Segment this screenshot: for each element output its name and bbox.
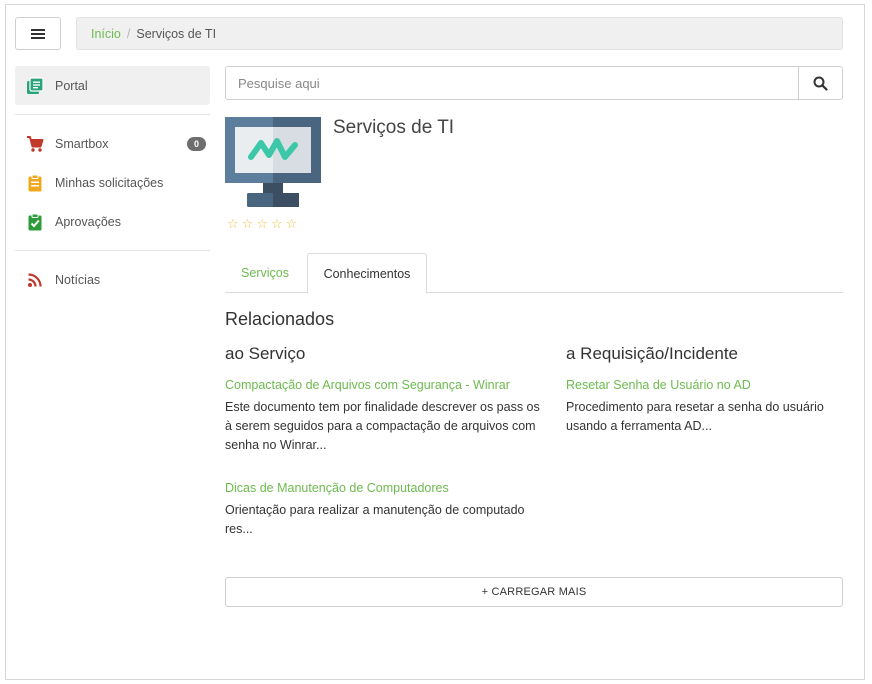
sidebar-item-label: Minhas solicitações — [55, 175, 164, 190]
related-title: Relacionados — [225, 309, 335, 329]
article-link[interactable]: Resetar Senha de Usuário no AD — [566, 378, 846, 392]
smartbox-count-badge: 0 — [186, 136, 206, 151]
search-bar — [225, 66, 843, 100]
breadcrumb-current: Serviços de TI — [136, 26, 217, 41]
related-request-column: a Requisição/Incidente Resetar Senha de … — [566, 344, 846, 462]
tab-conhecimentos[interactable]: Conhecimentos — [307, 253, 427, 294]
tab-servicos[interactable]: Serviços — [225, 253, 305, 293]
sidebar-item-label: Portal — [55, 78, 88, 93]
star-icon[interactable]: ☆ — [271, 216, 283, 232]
portal-book-icon — [25, 76, 45, 96]
tab-bar: Serviços Conhecimentos — [225, 253, 843, 294]
star-icon[interactable]: ☆ — [286, 216, 298, 232]
article-link[interactable]: Compactação de Arquivos com Segurança - … — [225, 378, 540, 392]
breadcrumb: Início / Serviços de TI — [76, 17, 843, 50]
sidebar-item-label: Aprovações — [55, 214, 122, 229]
cart-icon — [25, 134, 45, 154]
hamburger-icon — [31, 28, 45, 39]
rss-icon — [25, 270, 45, 290]
monitor-icon — [225, 117, 321, 209]
search-input[interactable] — [226, 67, 798, 99]
sidebar-item-label: Smartbox — [55, 136, 109, 151]
sidebar: Portal Smartbox 0 Minhas solicitações Ap… — [15, 66, 210, 299]
service-title: Serviços de TI — [333, 117, 455, 138]
sidebar-item-noticias[interactable]: Notícias — [15, 260, 210, 299]
star-icon[interactable]: ☆ — [256, 216, 268, 232]
article-summary: Orientação para realizar a manutenção de… — [225, 503, 525, 536]
sidebar-item-minhas-solicitacoes[interactable]: Minhas solicitações — [15, 163, 210, 202]
star-icon[interactable]: ☆ — [227, 216, 239, 232]
sidebar-item-portal[interactable]: Portal — [15, 66, 210, 105]
clipboard-check-icon — [25, 212, 45, 232]
article-summary: Procedimento para resetar a senha do usu… — [566, 400, 824, 433]
sidebar-divider — [15, 114, 210, 115]
sidebar-item-aprovacoes[interactable]: Aprovações — [15, 202, 210, 241]
related-service-column: ao Serviço Compactação de Arquivos com S… — [225, 344, 540, 565]
search-button[interactable] — [798, 67, 842, 99]
article-item: Resetar Senha de Usuário no AD Procedime… — [566, 378, 846, 436]
article-item: Compactação de Arquivos com Segurança - … — [225, 378, 540, 455]
sidebar-item-label: Notícias — [55, 272, 101, 287]
menu-toggle-button[interactable] — [15, 17, 61, 50]
article-link[interactable]: Dicas de Manutenção de Computadores — [225, 481, 540, 495]
breadcrumb-separator: / — [126, 26, 131, 41]
breadcrumb-home-link[interactable]: Início — [91, 27, 121, 41]
article-item: Dicas de Manutenção de Computadores Orie… — [225, 481, 540, 539]
rating-stars: ☆ ☆ ☆ ☆ ☆ — [227, 216, 297, 232]
clipboard-list-icon — [25, 173, 45, 193]
sidebar-divider — [15, 250, 210, 251]
column-heading: ao Serviço — [225, 344, 306, 363]
column-heading: a Requisição/Incidente — [566, 344, 739, 363]
star-icon[interactable]: ☆ — [242, 216, 254, 232]
search-icon — [813, 76, 828, 91]
sidebar-item-smartbox[interactable]: Smartbox 0 — [15, 124, 210, 163]
article-summary: Este documento tem por finalidade descre… — [225, 400, 540, 452]
load-more-button[interactable]: + CARREGAR MAIS — [225, 577, 843, 607]
